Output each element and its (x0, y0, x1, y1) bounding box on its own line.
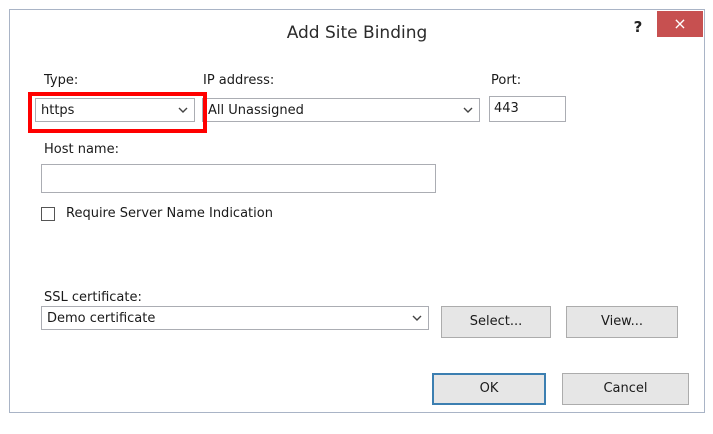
sni-checkbox-label[interactable]: Require Server Name Indication (66, 206, 273, 221)
host-name-input[interactable] (41, 164, 436, 193)
port-input-value: 443 (494, 101, 519, 116)
chevron-down-icon (178, 107, 188, 113)
help-icon[interactable]: ? (628, 17, 648, 37)
dialog-title: Add Site Binding (286, 23, 428, 43)
host-name-label: Host name: (44, 142, 119, 157)
ssl-certificate-select[interactable]: Demo certificate (41, 306, 429, 330)
port-input[interactable]: 443 (489, 96, 566, 122)
chevron-down-icon (463, 107, 473, 113)
sni-checkbox[interactable] (41, 207, 55, 221)
type-select-value: https (41, 103, 75, 118)
type-select[interactable]: https (35, 98, 195, 122)
close-button[interactable]: × (657, 11, 703, 37)
ip-address-select[interactable]: All Unassigned (202, 98, 480, 122)
add-site-binding-dialog: Add Site Binding ? × Type: https IP addr… (9, 9, 705, 413)
title-bar: Add Site Binding ? × (10, 10, 704, 54)
ssl-certificate-label: SSL certificate: (44, 290, 142, 305)
ok-button[interactable]: OK (432, 373, 546, 405)
port-label: Port: (491, 73, 522, 88)
chevron-down-icon (412, 315, 422, 321)
close-icon: × (673, 14, 687, 33)
ssl-certificate-select-value: Demo certificate (47, 311, 156, 326)
type-label: Type: (44, 73, 79, 88)
select-certificate-button[interactable]: Select... (441, 306, 551, 338)
ip-address-select-value: All Unassigned (208, 103, 304, 118)
ip-address-label: IP address: (203, 73, 275, 88)
cancel-button[interactable]: Cancel (562, 373, 689, 405)
view-certificate-button[interactable]: View... (566, 306, 678, 338)
